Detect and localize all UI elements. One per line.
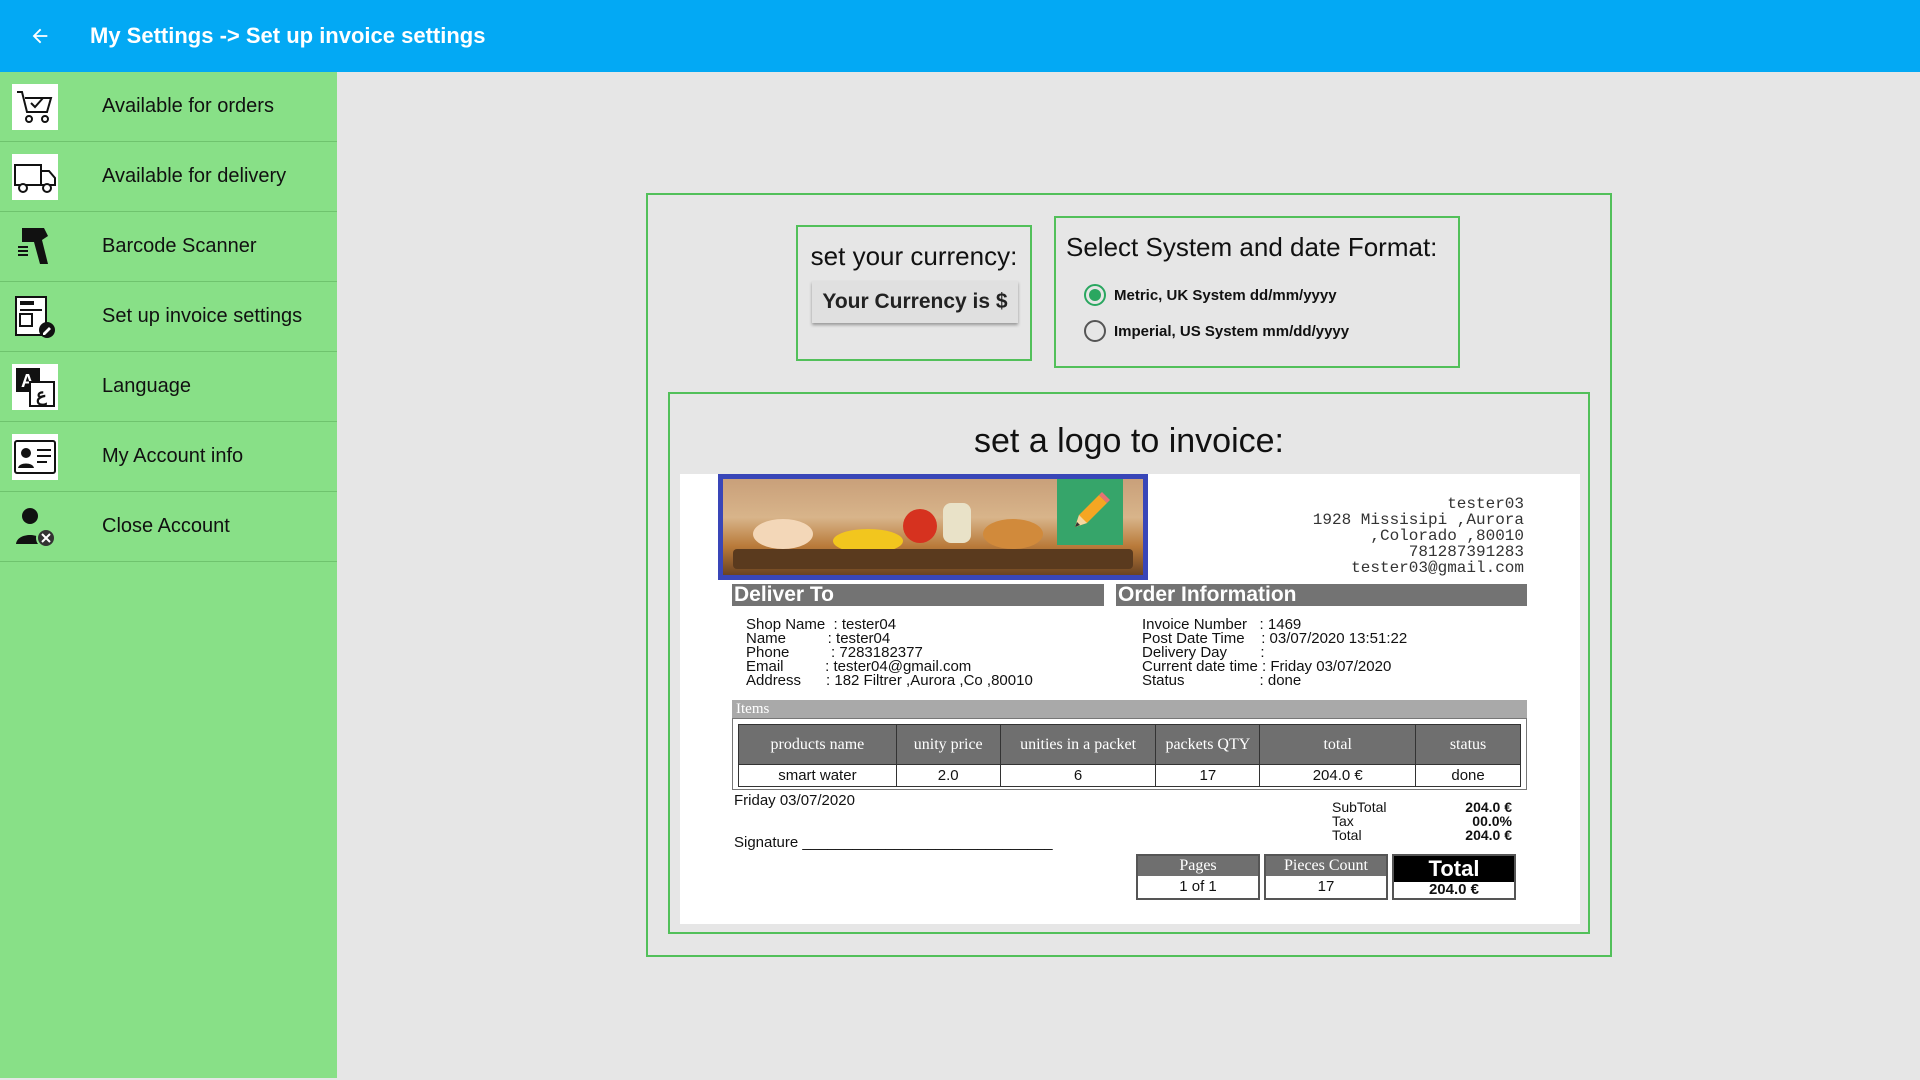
radio-button-checked[interactable]	[1084, 284, 1106, 306]
order-line: Status : done	[1142, 672, 1302, 689]
seller-phone: 781287391283	[1408, 543, 1524, 561]
translate-icon: Aع	[12, 363, 58, 410]
edit-logo-button[interactable]	[1057, 479, 1123, 545]
back-button[interactable]	[0, 0, 80, 72]
column-header: unity price	[895, 724, 1001, 765]
table-row: smart water 2.0 6 17 204.0 € done	[738, 764, 1521, 787]
column-header: products name	[738, 724, 897, 765]
radio-button-unchecked[interactable]	[1084, 320, 1106, 342]
deliver-to-details: Shop Name : tester04 Name : tester04 Pho…	[746, 617, 1033, 689]
grand-total-label: Total	[1394, 856, 1514, 882]
pages-box: Pages 1 of 1	[1136, 854, 1260, 900]
sidebar-item-label: Available for orders	[102, 95, 274, 117]
signature-line: Signature ______________________________	[734, 834, 1053, 851]
invoice-date: Friday 03/07/2020	[734, 792, 855, 809]
sidebar-item-available-for-orders[interactable]: Available for orders	[0, 72, 337, 142]
order-information-heading: Order Information	[1116, 584, 1527, 606]
grand-total-value: 204.0 €	[1428, 881, 1480, 898]
pieces-count-label: Pieces Count	[1266, 856, 1386, 876]
grand-total-box: Total 204.0 €	[1392, 854, 1516, 900]
seller-info: tester03 1928 Missisipi ,Aurora ,Colorad…	[1313, 496, 1524, 576]
id-card-icon	[12, 433, 58, 480]
currency-section: set your currency: Your Currency is $	[796, 225, 1032, 361]
sidebar-item-close-account[interactable]: Close Account	[0, 492, 337, 562]
table-cell: smart water	[738, 764, 897, 787]
sidebar-item-invoice-settings[interactable]: Set up invoice settings	[0, 282, 337, 352]
currency-title: set your currency:	[810, 241, 1018, 271]
date-format-title: Select System and date Format:	[1066, 232, 1438, 262]
sidebar-item-language[interactable]: Aع Language	[0, 352, 337, 422]
table-cell: 17	[1155, 764, 1261, 787]
radio-label: Metric, UK System dd/mm/yyyy	[1114, 286, 1337, 304]
sidebar-item-label: Close Account	[102, 515, 230, 537]
radio-label: Imperial, US System mm/dd/yyyy	[1114, 322, 1350, 340]
table-cell: done	[1415, 764, 1521, 787]
sidebar-item-label: Barcode Scanner	[102, 235, 257, 257]
table-cell: 6	[999, 764, 1157, 787]
pieces-count-box: Pieces Count 17	[1264, 854, 1388, 900]
total-value: 204.0 €	[1465, 827, 1512, 843]
seller-name: tester03	[1447, 495, 1524, 513]
currency-button[interactable]: Your Currency is $	[812, 281, 1018, 323]
invoice-logo-image[interactable]	[718, 474, 1148, 580]
arrow-left-icon	[32, 28, 48, 44]
sidebar-item-my-account-info[interactable]: My Account info	[0, 422, 337, 492]
items-label: Items	[732, 700, 1527, 718]
cart-check-icon	[12, 83, 58, 130]
deliver-to-heading: Deliver To	[732, 584, 1104, 606]
invoice-preview: tester03 1928 Missisipi ,Aurora ,Colorad…	[680, 474, 1580, 924]
user-remove-icon	[12, 503, 58, 550]
column-header: status	[1415, 724, 1521, 765]
sidebar-item-label: Set up invoice settings	[102, 305, 303, 327]
sidebar-item-available-for-delivery[interactable]: Available for delivery	[0, 142, 337, 212]
truck-icon	[12, 153, 58, 200]
column-header: packets QTY	[1155, 724, 1261, 765]
pages-value: 1 of 1	[1179, 878, 1217, 895]
total-label: Total	[1332, 827, 1362, 843]
items-header-row: products name unity price unities in a p…	[738, 724, 1521, 765]
date-format-section: Select System and date Format: Metric, U…	[1054, 216, 1460, 368]
page-title: My Settings -> Set up invoice settings	[90, 23, 486, 48]
app-bar: My Settings -> Set up invoice settings	[0, 0, 1920, 72]
invoice-edit-icon	[12, 293, 58, 340]
sidebar-item-barcode-scanner[interactable]: Barcode Scanner	[0, 212, 337, 282]
tax-label: Tax	[1332, 813, 1354, 829]
tax-value: 00.0%	[1472, 813, 1512, 829]
logo-title: set a logo to invoice:	[974, 422, 1284, 460]
pieces-count-value: 17	[1317, 878, 1335, 895]
totals-summary: SubTotal 204.0 € Tax 00.0% Total 204.0 €	[1332, 800, 1512, 842]
sidebar: Available for orders Available for deliv…	[0, 72, 337, 1078]
sidebar-item-label: Available for delivery	[102, 165, 287, 187]
pages-label: Pages	[1138, 856, 1258, 876]
column-header: total	[1259, 724, 1417, 765]
seller-address-line: 1928 Missisipi ,Aurora	[1312, 511, 1524, 529]
radio-metric-uk[interactable]: Metric, UK System dd/mm/yyyy	[1084, 284, 1337, 306]
table-cell: 2.0	[895, 764, 1001, 787]
seller-address-line: ,Colorado ,80010	[1370, 527, 1524, 545]
pencil-icon	[1075, 492, 1110, 527]
table-cell: 204.0 €	[1259, 764, 1417, 787]
barcode-scanner-icon	[12, 223, 58, 270]
order-details: Invoice Number : 1469 Post Date Time : 0…	[1142, 617, 1407, 689]
radio-imperial-us[interactable]: Imperial, US System mm/dd/yyyy	[1084, 320, 1349, 342]
items-table: products name unity price unities in a p…	[738, 724, 1521, 787]
column-header: unities in a packet	[999, 724, 1157, 765]
sidebar-item-label: Language	[102, 375, 191, 397]
seller-email: tester03@gmail.com	[1351, 559, 1524, 577]
subtotal-value: 204.0 €	[1465, 799, 1512, 815]
deliver-line: Address : 182 Filtrer ,Aurora ,Co ,80010	[746, 672, 1033, 689]
svg-text:ع: ع	[36, 385, 47, 406]
subtotal-label: SubTotal	[1332, 799, 1387, 815]
sidebar-item-label: My Account info	[102, 445, 244, 467]
